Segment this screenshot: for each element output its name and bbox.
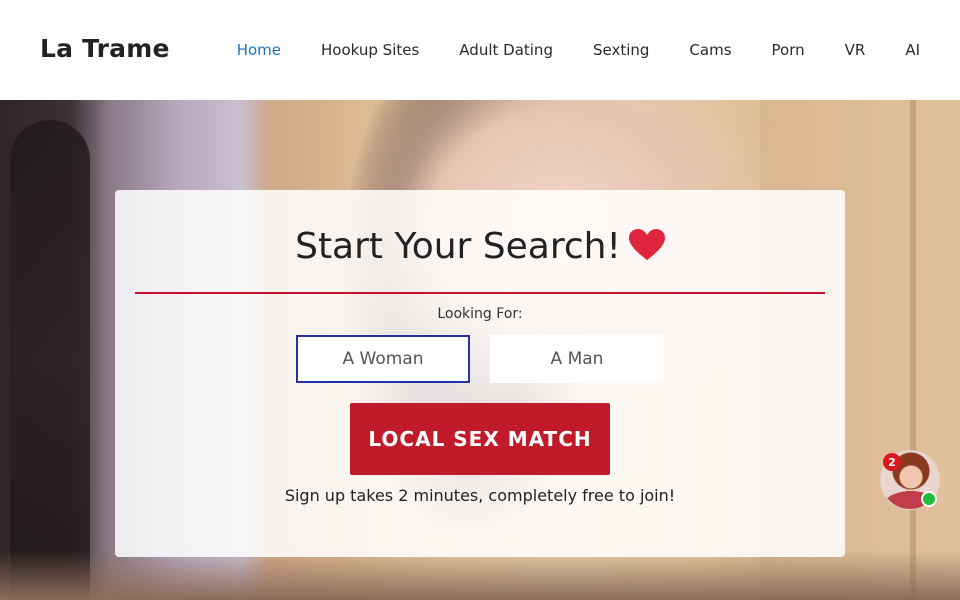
looking-for-label: Looking For: xyxy=(437,306,523,322)
nav-item-porn[interactable]: Porn xyxy=(772,40,805,60)
option-a-woman[interactable]: A Woman xyxy=(296,335,470,383)
nav-item-adult-dating[interactable]: Adult Dating xyxy=(459,40,553,60)
hero-photo-door-edge xyxy=(910,100,916,600)
search-card: Start Your Search! Looking For: A Woman … xyxy=(115,190,845,557)
search-title-text: Start Your Search! xyxy=(295,226,621,267)
title-divider xyxy=(135,292,825,294)
hero-photo-shadow xyxy=(0,550,960,600)
signup-note: Sign up takes 2 minutes, completely free… xyxy=(284,486,676,505)
notification-badge: 2 xyxy=(883,453,901,471)
site-header: La Trame Home Hookup Sites Adult Dating … xyxy=(0,0,960,100)
local-sex-match-button[interactable]: LOCAL SEX MATCH xyxy=(350,403,610,475)
main-nav: Home Hookup Sites Adult Dating Sexting C… xyxy=(197,40,920,60)
online-status-icon xyxy=(921,491,937,507)
hero-photo-detail xyxy=(10,120,90,600)
site-logo[interactable]: La Trame xyxy=(40,34,170,63)
chat-widget-avatar[interactable]: 2 xyxy=(880,450,940,510)
nav-item-cams[interactable]: Cams xyxy=(689,40,731,60)
nav-item-ai[interactable]: AI xyxy=(905,40,920,60)
nav-item-home[interactable]: Home xyxy=(237,40,281,60)
heart-icon xyxy=(628,229,665,260)
nav-item-vr[interactable]: VR xyxy=(845,40,866,60)
nav-item-hookup-sites[interactable]: Hookup Sites xyxy=(321,40,419,60)
nav-item-sexting[interactable]: Sexting xyxy=(593,40,649,60)
option-a-man[interactable]: A Man xyxy=(490,335,664,383)
search-title: Start Your Search! xyxy=(115,226,845,267)
